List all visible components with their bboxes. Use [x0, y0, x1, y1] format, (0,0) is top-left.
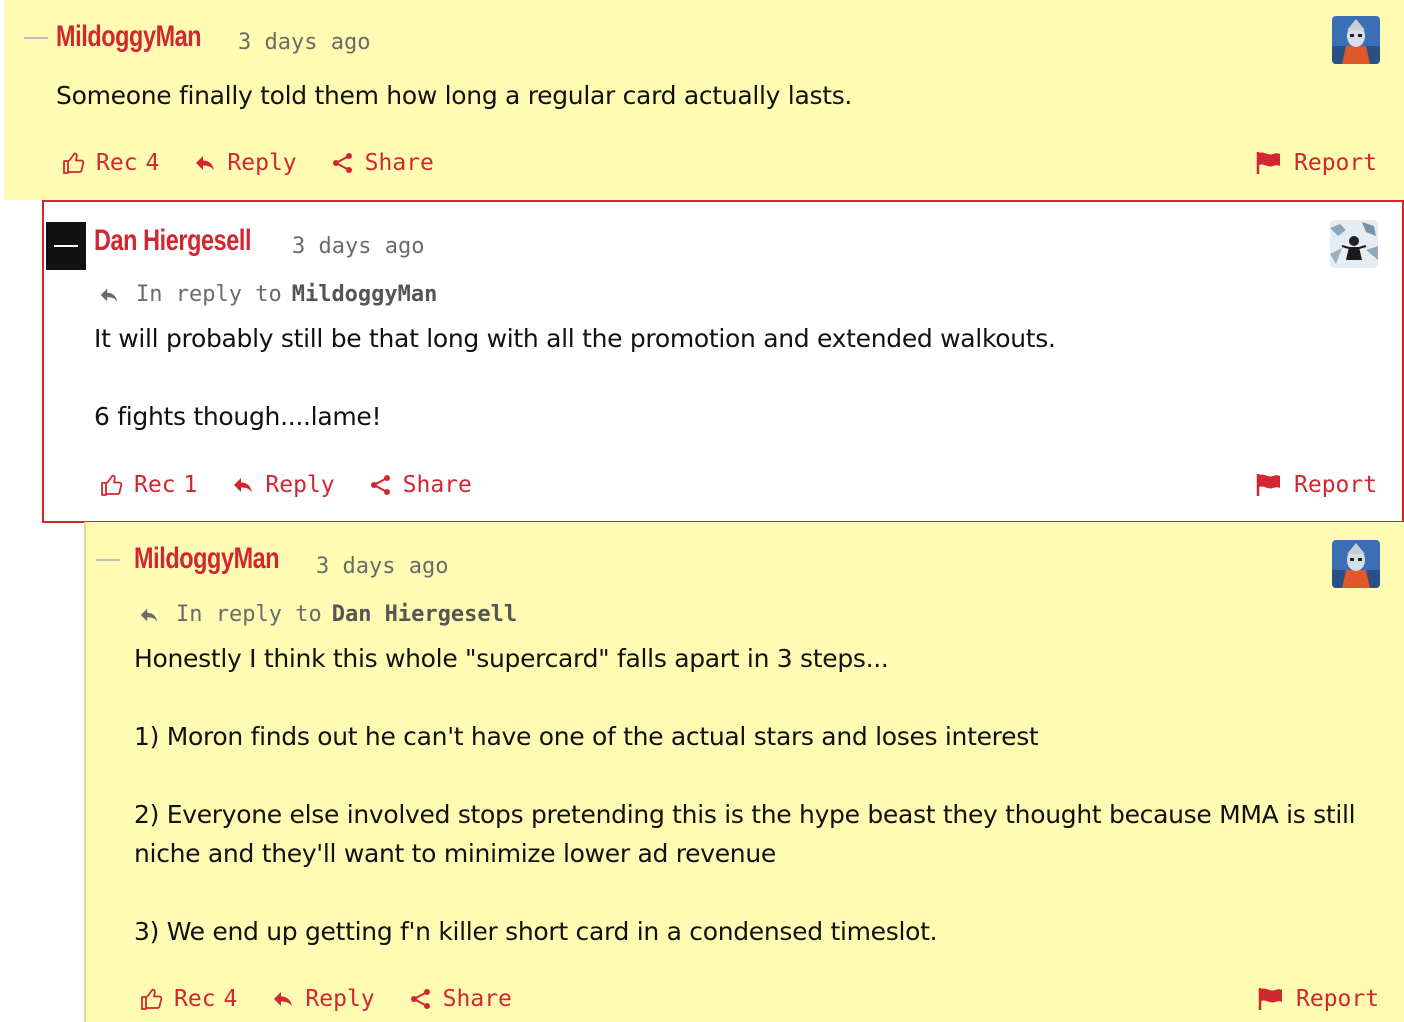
flag-icon	[1256, 152, 1280, 174]
reply-arrow-icon	[100, 288, 118, 302]
comment: MildoggyMan 3 days ago Someone finally t…	[4, 0, 1404, 200]
report-button[interactable]: Report	[1256, 472, 1377, 498]
share-button[interactable]: Share	[369, 472, 472, 498]
flag-icon	[1256, 474, 1280, 496]
share-label: Share	[364, 150, 434, 176]
reply-arrow-icon	[140, 608, 158, 622]
comment-paragraph: It will probably still be that long with…	[94, 324, 1056, 353]
comment-body: Someone finally told them how long a reg…	[56, 76, 1376, 115]
thumbs-up-icon	[141, 988, 163, 1010]
comment-author[interactable]: MildoggyMan	[56, 20, 202, 54]
share-icon	[370, 475, 390, 495]
rec-label: Rec	[174, 986, 216, 1012]
comment-paragraph	[134, 873, 1374, 912]
minus-icon	[24, 37, 48, 39]
comment-paragraph: 6 fights though....lame!	[94, 402, 382, 431]
rec-label: Rec	[96, 150, 138, 176]
comment-timestamp: 3 days ago	[292, 234, 425, 259]
comment-paragraph: Someone finally told them how long a reg…	[56, 81, 853, 110]
report-label: Report	[1294, 472, 1378, 498]
robot-avatar-icon	[1332, 540, 1380, 588]
share-button[interactable]: Share	[331, 150, 434, 176]
comment-paragraph: Honestly I think this whole "supercard" …	[134, 644, 889, 673]
reply-button[interactable]: Reply	[231, 472, 335, 498]
rec-button[interactable]: Rec 4	[140, 986, 237, 1012]
reply-label: Reply	[265, 472, 335, 498]
person-snow-avatar-icon	[1330, 220, 1378, 268]
share-icon	[410, 989, 430, 1009]
in-reply-to-author[interactable]: MildoggyMan	[292, 282, 438, 307]
rec-label: Rec	[134, 472, 176, 498]
in-reply-prefix: In reply to	[176, 602, 322, 627]
in-reply-to: In reply to MildoggyMan	[98, 282, 437, 307]
collapse-thread-button[interactable]	[88, 536, 128, 584]
rec-count: 1	[183, 472, 198, 498]
rec-button[interactable]: Rec 1	[100, 472, 197, 498]
thumbs-up-icon	[101, 474, 123, 496]
comment-timestamp: 3 days ago	[316, 554, 449, 579]
in-reply-prefix: In reply to	[136, 282, 282, 307]
flag-icon	[1258, 988, 1282, 1010]
comment-author[interactable]: Dan Hiergesell	[94, 224, 251, 258]
report-label: Report	[1296, 986, 1380, 1012]
user-avatar[interactable]	[1330, 220, 1378, 268]
comment-paragraph	[94, 358, 1384, 397]
reply-button[interactable]: Reply	[193, 150, 297, 176]
report-button[interactable]: Report	[1256, 150, 1377, 176]
rec-count: 4	[223, 986, 238, 1012]
reply-label: Reply	[305, 986, 375, 1012]
user-avatar[interactable]	[1332, 16, 1380, 64]
comment-paragraph: 1) Moron finds out he can't have one of …	[134, 722, 1039, 751]
report-label: Report	[1294, 150, 1378, 176]
reply-button[interactable]: Reply	[271, 986, 375, 1012]
minus-icon	[54, 245, 78, 247]
thumbs-up-icon	[63, 152, 85, 174]
comment-body: Honestly I think this whole "supercard" …	[134, 639, 1374, 951]
comment-reply: Dan Hiergesell 3 days ago In reply to Mi…	[42, 200, 1404, 523]
comment-actions: Rec 4 Reply Share	[140, 986, 546, 1012]
share-button[interactable]: Share	[409, 986, 512, 1012]
comment-paragraph	[134, 756, 1374, 795]
comment-paragraph: 3) We end up getting f'n killer short ca…	[134, 917, 938, 946]
in-reply-to: In reply to Dan Hiergesell	[138, 602, 517, 627]
share-icon	[332, 153, 352, 173]
comment-timestamp: 3 days ago	[238, 30, 371, 55]
comment-paragraph: 2) Everyone else involved stops pretendi…	[134, 800, 1363, 868]
reply-arrow-icon	[234, 478, 253, 493]
comment-reply: MildoggyMan 3 days ago In reply to Dan H…	[84, 522, 1404, 1022]
collapse-thread-button[interactable]	[16, 14, 56, 62]
report-button[interactable]: Report	[1258, 986, 1379, 1012]
reply-label: Reply	[227, 150, 297, 176]
reply-arrow-icon	[274, 992, 293, 1007]
comment-body: It will probably still be that long with…	[94, 319, 1384, 436]
rec-count: 4	[145, 150, 160, 176]
comment-author[interactable]: MildoggyMan	[134, 542, 280, 576]
comment-actions: Rec 4 Reply Share	[62, 150, 468, 176]
share-label: Share	[442, 986, 512, 1012]
robot-avatar-icon	[1332, 16, 1380, 64]
comment-actions: Rec 1 Reply Share	[100, 472, 506, 498]
user-avatar[interactable]	[1332, 540, 1380, 588]
minus-icon	[96, 559, 120, 561]
share-label: Share	[402, 472, 472, 498]
comment-paragraph	[134, 678, 1374, 717]
reply-arrow-icon	[196, 156, 215, 171]
rec-button[interactable]: Rec 4	[62, 150, 159, 176]
in-reply-to-author[interactable]: Dan Hiergesell	[332, 602, 517, 627]
collapse-thread-button[interactable]	[46, 222, 86, 270]
